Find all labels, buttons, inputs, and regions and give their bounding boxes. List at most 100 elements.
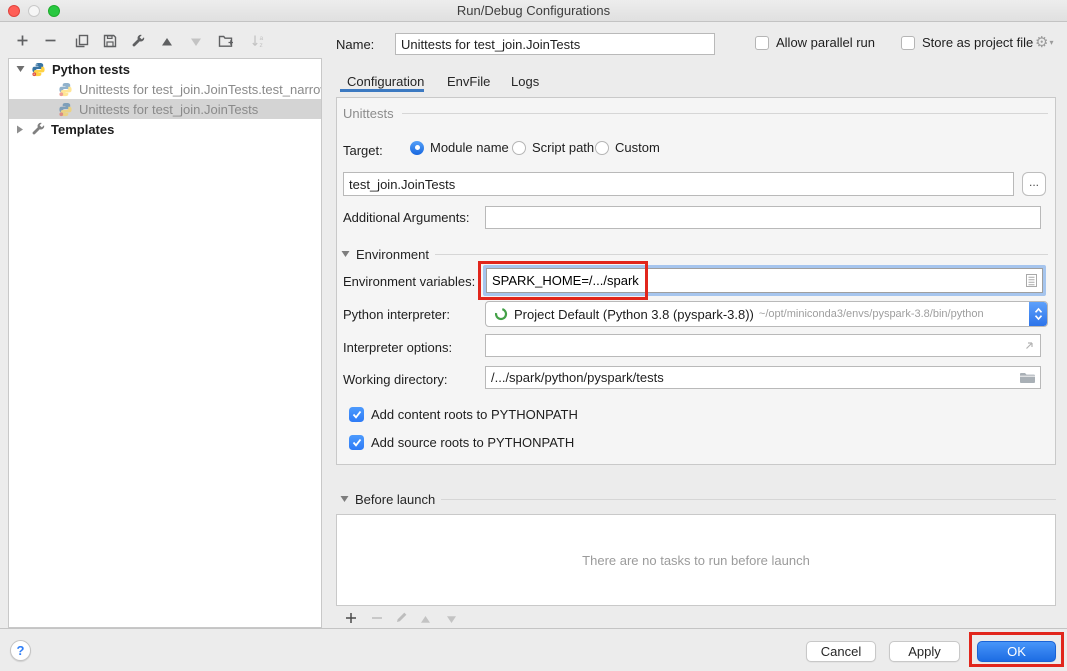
arrow-up-icon (420, 611, 431, 629)
add-icon (345, 611, 357, 629)
collapse-triangle-icon[interactable] (340, 490, 349, 508)
conda-environment-icon (494, 307, 508, 321)
help-button[interactable]: ? (10, 640, 31, 661)
checkbox-unchecked-icon (755, 36, 769, 50)
window-title: Run/Debug Configurations (0, 0, 1067, 21)
working-directory-input[interactable] (486, 369, 1019, 386)
environment-section-title: Environment (356, 247, 429, 262)
store-as-project-file-checkbox[interactable]: Store as project file (901, 35, 1033, 50)
title-bar: Run/Debug Configurations (0, 0, 1067, 22)
no-tasks-message: There are no tasks to run before launch (582, 553, 810, 568)
edit-task-button[interactable] (390, 611, 412, 629)
environment-variables-label: Environment variables: (343, 274, 475, 289)
browse-target-button[interactable]: ... (1022, 172, 1046, 196)
tab-envfile[interactable]: EnvFile (447, 70, 490, 92)
pencil-icon (395, 611, 408, 629)
environment-section-header[interactable]: Environment (341, 245, 1048, 263)
copy-icon (75, 34, 89, 53)
browse-folder-icon[interactable] (1019, 372, 1035, 384)
target-label: Target: (343, 143, 383, 158)
remove-configuration-button[interactable] (40, 34, 60, 52)
before-launch-title: Before launch (355, 492, 435, 507)
store-options-gear-button[interactable]: ⚙▾ (1035, 33, 1053, 51)
working-directory-field (485, 366, 1041, 389)
sort-az-icon: az (251, 34, 266, 53)
name-input[interactable] (395, 33, 715, 55)
combobox-stepper-icon[interactable] (1029, 302, 1047, 326)
checkbox-unchecked-icon (901, 36, 915, 50)
move-task-down-button[interactable] (440, 611, 462, 629)
radio-unselected-icon (512, 141, 526, 155)
additional-arguments-label: Additional Arguments: (343, 210, 469, 225)
add-source-roots-label: Add source roots to PYTHONPATH (371, 435, 574, 450)
checkbox-checked-icon (349, 435, 364, 450)
chevron-down-icon: ▾ (1049, 38, 1053, 47)
radio-label: Module name (430, 140, 509, 155)
expand-triangle-icon[interactable] (16, 125, 25, 134)
move-task-up-button[interactable] (414, 611, 436, 629)
add-content-roots-label: Add content roots to PYTHONPATH (371, 407, 578, 422)
python-test-config-icon (58, 82, 73, 97)
tree-item-label: Unittests for test_join.JoinTests (79, 102, 258, 117)
tree-item-label: Python tests (52, 62, 130, 77)
tree-item-jointests-selected[interactable]: Unittests for test_join.JoinTests (9, 99, 321, 119)
working-directory-label: Working directory: (343, 372, 448, 387)
zoom-window-button[interactable] (48, 5, 60, 17)
add-icon (16, 34, 29, 52)
unittests-section-title: Unittests (343, 106, 394, 121)
edit-templates-button[interactable] (128, 34, 148, 52)
name-label: Name: (336, 37, 374, 52)
environment-variables-input[interactable] (486, 268, 1021, 293)
tree-item-python-tests[interactable]: Python tests (9, 59, 321, 79)
radio-module-name[interactable]: Module name (410, 140, 509, 155)
remove-task-button[interactable] (366, 611, 388, 629)
sort-configurations-button[interactable]: az (248, 34, 268, 52)
allow-parallel-run-label: Allow parallel run (776, 35, 875, 50)
env-vars-editor-button[interactable] (1021, 268, 1043, 293)
tree-item-label: Unittests for test_join.JoinTests.test_n… (79, 82, 321, 97)
additional-arguments-input[interactable] (485, 206, 1041, 229)
before-launch-section-header[interactable]: Before launch (340, 490, 1056, 508)
target-input[interactable] (343, 172, 1014, 196)
new-folder-icon (218, 34, 234, 53)
add-configuration-button[interactable] (12, 34, 32, 52)
tab-logs[interactable]: Logs (511, 70, 539, 92)
expand-field-icon[interactable] (1023, 340, 1035, 352)
collapse-triangle-icon[interactable] (341, 245, 350, 263)
gear-icon: ⚙ (1035, 33, 1048, 51)
checkbox-checked-icon (349, 407, 364, 422)
footer-divider (0, 628, 1067, 629)
svg-text:z: z (259, 42, 262, 48)
tree-item-label: Templates (51, 122, 114, 137)
tree-item-templates[interactable]: Templates (9, 119, 321, 139)
python-test-config-icon (58, 102, 73, 117)
move-up-button[interactable] (157, 34, 177, 52)
unittests-section: Unittests (343, 106, 1048, 121)
interpreter-options-label: Interpreter options: (343, 340, 452, 355)
copy-configuration-button[interactable] (72, 34, 92, 52)
wrench-icon (131, 34, 145, 53)
save-configuration-button[interactable] (100, 34, 120, 52)
move-down-button[interactable] (186, 34, 206, 52)
add-source-roots-checkbox[interactable]: Add source roots to PYTHONPATH (349, 435, 574, 450)
radio-label: Script path (532, 140, 594, 155)
radio-script-path[interactable]: Script path (512, 140, 594, 155)
cancel-button[interactable]: Cancel (806, 641, 876, 662)
new-folder-button[interactable] (216, 34, 236, 52)
allow-parallel-run-checkbox[interactable]: Allow parallel run (755, 35, 875, 50)
close-window-button[interactable] (8, 5, 20, 17)
add-content-roots-checkbox[interactable]: Add content roots to PYTHONPATH (349, 407, 578, 422)
radio-custom[interactable]: Custom (595, 140, 660, 155)
radio-label: Custom (615, 140, 660, 155)
arrow-down-icon (190, 34, 202, 52)
radio-unselected-icon (595, 141, 609, 155)
collapse-triangle-icon[interactable] (16, 65, 25, 73)
interpreter-options-input[interactable] (486, 337, 1023, 354)
add-task-button[interactable] (340, 611, 362, 629)
apply-button[interactable]: Apply (889, 641, 960, 662)
active-tab-underline (340, 89, 424, 92)
ok-button[interactable]: OK (977, 641, 1056, 662)
tree-item-test-narrow[interactable]: Unittests for test_join.JoinTests.test_n… (9, 79, 321, 99)
python-interpreter-combobox[interactable]: Project Default (Python 3.8 (pyspark-3.8… (485, 301, 1048, 327)
interpreter-options-field (485, 334, 1041, 357)
